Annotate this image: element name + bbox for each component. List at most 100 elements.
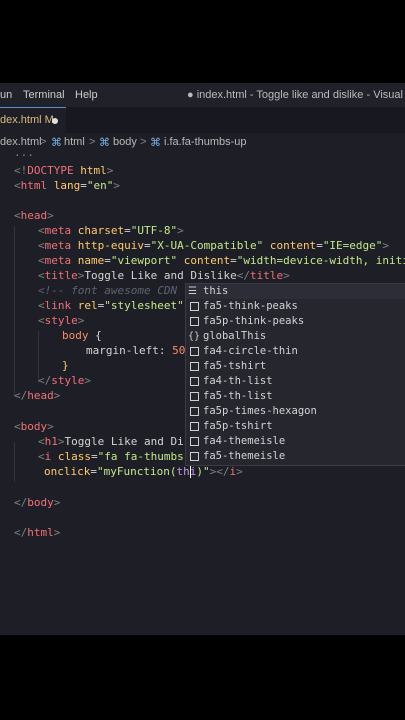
string: )" <box>196 465 210 478</box>
suggestion-item[interactable]: fa4-th-list <box>186 374 405 389</box>
string: "width=device-width, initial-s <box>236 254 405 267</box>
code-comment[interactable]: <!-- font awesome CDN li <box>38 283 197 298</box>
punct: > <box>47 420 54 433</box>
css-property: margin-left <box>86 344 159 357</box>
code-line[interactable]: <meta name="viewport" content="width=dev… <box>38 253 405 268</box>
tag: meta <box>44 254 72 267</box>
attr: html <box>73 164 107 177</box>
suggestion-widget[interactable]: ☰ this fa5-think-peaks fa5p-think-peaks {… <box>185 283 405 466</box>
tag: head <box>27 389 54 402</box>
punct: > <box>236 465 243 478</box>
punct: < <box>38 299 45 312</box>
punct: < <box>38 450 45 463</box>
punct: > <box>283 269 290 282</box>
suggestion-item[interactable]: fa5-th-list <box>186 389 405 404</box>
suggestion-item[interactable]: ☰ this <box>186 284 405 299</box>
attr: rel <box>71 299 98 312</box>
attr: http-equiv <box>71 239 144 252</box>
punct: > <box>77 314 85 327</box>
code-line[interactable]: </body> <box>14 495 60 510</box>
suggestion-item[interactable]: fa5-themeisle <box>186 449 405 464</box>
punct: < <box>14 209 21 222</box>
suggestion-item[interactable]: fa4-circle-thin <box>186 344 405 359</box>
code-line[interactable]: <!DOCTYPE html> <box>14 163 113 178</box>
string: "IE=edge" <box>322 239 383 252</box>
suggestion-label: fa5p-times-hexagon <box>203 405 317 417</box>
snippet-icon <box>190 317 199 326</box>
code-line[interactable]: <title>Toggle Like and Dislike</title> <box>38 268 290 283</box>
code-line[interactable]: <link rel="stylesheet" h <box>38 298 197 313</box>
code-line[interactable]: <meta charset="UTF-8"> <box>38 223 184 238</box>
string: "viewport" <box>110 254 178 267</box>
punct: = <box>91 450 98 463</box>
text-cursor <box>190 465 191 478</box>
tag: body <box>20 420 48 433</box>
suggestion-item[interactable]: fa4-themeisle <box>186 434 405 449</box>
punct: > <box>53 389 61 402</box>
code-line[interactable]: </style> <box>38 373 91 388</box>
code-line[interactable]: body { <box>62 328 102 343</box>
tag: html <box>27 526 54 539</box>
tag: title <box>44 269 78 282</box>
doctype: DOCTYPE <box>27 164 74 177</box>
snippet-icon <box>190 392 199 401</box>
tag: head <box>20 209 48 222</box>
string: "fa fa-thumbs-u <box>97 450 197 463</box>
punct: </ <box>14 496 28 509</box>
punct: = <box>104 254 111 267</box>
suggestion-label: fa5-think-peaks <box>203 300 298 312</box>
code-line[interactable]: </head> <box>14 388 60 403</box>
braces-icon: {} <box>188 331 201 342</box>
punct: < <box>38 239 45 252</box>
folded-lines[interactable]: ··· <box>14 148 34 163</box>
text: Toggle Like and Disl <box>64 435 197 448</box>
punct: </ <box>38 374 52 387</box>
text: Toggle Like and Dislike <box>84 269 237 282</box>
tag: link <box>44 299 72 312</box>
suggestion-item[interactable]: {} globalThis <box>186 329 405 344</box>
suggestion-item[interactable]: fa5-think-peaks <box>186 299 405 314</box>
tag: style <box>51 374 85 387</box>
punct: < <box>38 224 45 237</box>
code-line[interactable]: margin-left: 50p <box>86 343 192 358</box>
suggestion-item[interactable]: fa5p-times-hexagon <box>186 404 405 419</box>
suggestion-label: fa4-themeisle <box>203 435 286 447</box>
snippet-icon <box>190 347 199 356</box>
punct: : <box>158 344 173 357</box>
code-line[interactable]: <head> <box>14 208 54 223</box>
tag: style <box>44 314 78 327</box>
suggestion-item[interactable]: fa5-tshirt <box>186 359 405 374</box>
code-line[interactable]: <i class="fa fa-thumbs-u <box>38 449 197 464</box>
punct: < <box>14 420 21 433</box>
code-line-active[interactable]: onclick="myFunction(thi)"></i> <box>44 464 243 479</box>
string: "stylesheet" <box>104 299 184 312</box>
indent-guide <box>14 226 15 396</box>
code-line[interactable]: <style> <box>38 313 84 328</box>
code-line[interactable]: </html> <box>14 525 60 540</box>
tag: body <box>27 496 54 509</box>
snippet-icon <box>190 422 199 431</box>
punct: </ <box>14 389 28 402</box>
punct: > <box>84 374 91 387</box>
punct: > <box>177 224 184 237</box>
punct: <! <box>14 164 28 177</box>
suggestion-label: fa4-th-list <box>203 375 273 387</box>
attr: lang <box>47 179 81 192</box>
suggestion-item[interactable]: fa5p-think-peaks <box>186 314 405 329</box>
code-line[interactable]: <h1>Toggle Like and Disl <box>38 434 197 449</box>
tag: title <box>249 269 284 282</box>
code-line[interactable]: } <box>62 358 69 373</box>
typed-text: thi <box>176 465 197 478</box>
code-line[interactable]: <meta http-equiv="X-UA-Compatible" conte… <box>38 238 389 253</box>
punct: > <box>47 209 54 222</box>
snippet-icon <box>190 362 199 371</box>
code-line[interactable]: <html lang="en"> <box>14 178 120 193</box>
snippet-icon <box>190 452 199 461</box>
suggestion-label: globalThis <box>203 330 267 342</box>
punct: < <box>14 179 21 192</box>
suggestion-label: this <box>203 285 229 297</box>
tag: meta <box>44 224 72 237</box>
string: "myFunction( <box>96 465 177 478</box>
suggestion-item[interactable]: fa5p-tshirt <box>186 419 405 434</box>
code-line[interactable]: <body> <box>14 419 54 434</box>
